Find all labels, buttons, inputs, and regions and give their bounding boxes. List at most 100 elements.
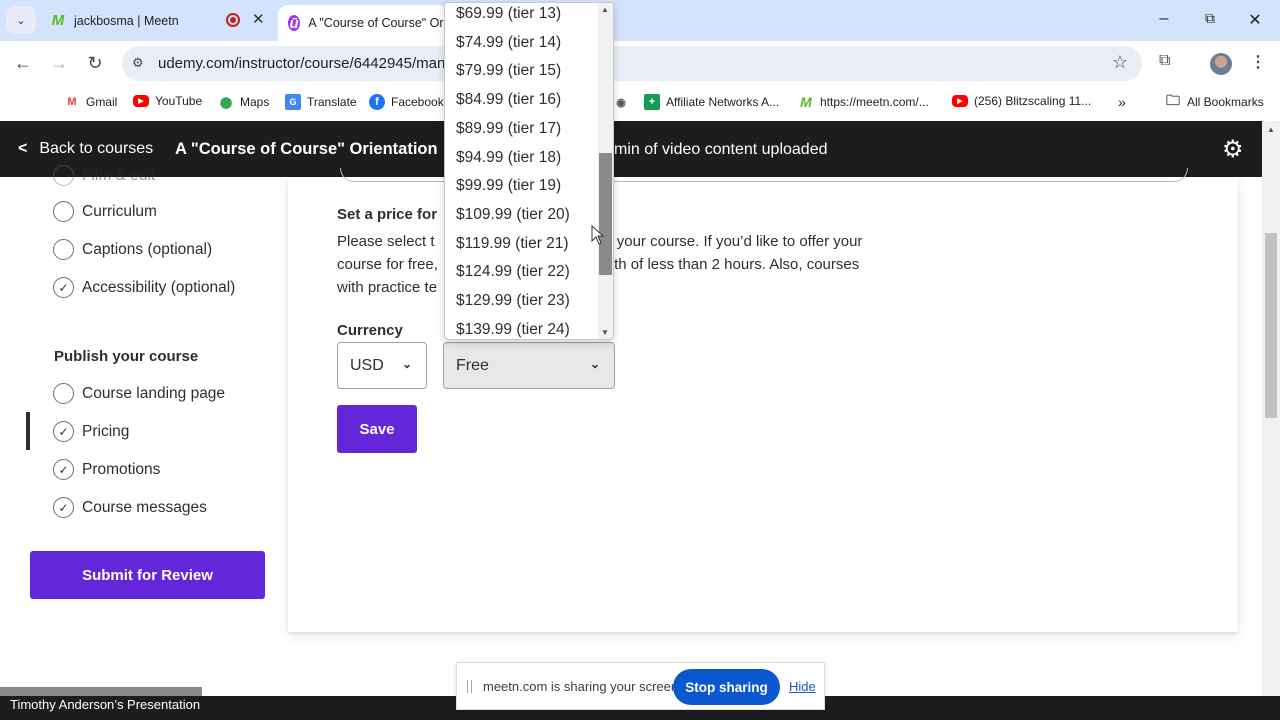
restore-icon[interactable]: ⧉ [1200,10,1220,27]
chevron-left-icon: < [18,140,28,157]
bookmark-star-icon[interactable]: ☆ [1112,52,1128,73]
desc-text: Please select t [337,233,435,250]
desc-text: with practice te [337,279,438,296]
share-message: meetn.com is sharing your screen. [483,679,682,694]
bookmark-affiliate-networks[interactable]: + Affiliate Networks A... [644,94,779,110]
bookmark-globe[interactable]: ◉ [613,94,635,110]
drag-handle-icon[interactable] [467,680,472,693]
chevron-down-icon: ⌄ [16,14,26,27]
bookmark-label: All Bookmarks [1187,95,1264,109]
youtube-icon: ▶ [133,95,149,107]
save-button[interactable]: Save [337,405,417,453]
dropdown-option[interactable]: $109.99 (tier 20) [456,206,570,224]
all-bookmarks-button[interactable]: 🗀 All Bookmarks [1165,92,1264,110]
bookmark-meetn[interactable]: Mhttps://meetn.com/... [798,94,929,110]
browser-toolbar: ← → ↻ ⚙ udemy.com/instructor/course/6442… [0,41,1280,86]
chevron-down-icon: ⌄ [401,357,412,371]
dropdown-scrollbar-thumb[interactable] [599,153,612,275]
bookmark-facebook[interactable]: f Facebook [369,94,444,110]
dropdown-option[interactable]: $99.99 (tier 19) [456,177,561,195]
currency-value: USD [350,356,384,374]
currency-select[interactable]: USD ⌄ [337,342,427,389]
meetn-logo-icon: M [51,12,65,29]
sidebar-item-promotions[interactable]: ✓ Promotions [53,459,160,480]
close-tab-icon[interactable]: ✕ [252,10,265,28]
sidebar-item-label: Accessibility (optional) [82,278,236,296]
bookmark-maps[interactable]: ⬤ Maps [218,94,270,110]
stop-sharing-button[interactable]: Stop sharing [673,669,780,705]
sidebar-item-pricing[interactable]: ✓ Pricing [53,421,129,442]
sidebar-item-label: Course landing page [82,384,226,402]
check-circle-icon: ✓ [53,459,74,480]
back-arrow-icon[interactable]: ← [12,53,34,74]
scroll-up-arrow-icon[interactable]: ▲ [1267,125,1275,134]
bookmark-label: Gmail [86,95,118,109]
dropdown-option[interactable]: $119.99 (tier 21) [456,235,569,253]
mouse-cursor-icon [591,225,605,245]
video-upload-status: min of video content uploaded [614,141,828,158]
submit-for-review-button[interactable]: Submit for Review [30,551,265,599]
bookmark-translate[interactable]: G Translate [285,94,357,110]
address-bar[interactable]: ⚙ udemy.com/instructor/course/6442945/ma… [122,46,1142,81]
tab-udemy-course[interactable]: ū A "Course of Course" Orientation [278,5,448,41]
dropdown-scrollbar[interactable]: ▲ ▼ [598,3,613,339]
gear-icon[interactable]: ⚙ [1222,135,1244,164]
check-circle-icon: ✓ [53,497,74,518]
dropdown-option[interactable]: $124.99 (tier 22) [456,263,570,281]
check-circle-icon: ✓ [53,277,74,298]
scroll-up-arrow-icon[interactable]: ▲ [601,5,609,14]
sidebar-item-course-landing-page[interactable]: Course landing page [53,383,225,404]
dropdown-option[interactable]: $94.99 (tier 18) [456,149,561,167]
course-title: A "Course of Course" Orientation [175,140,438,158]
dropdown-option[interactable]: $89.99 (tier 17) [456,120,561,138]
dropdown-option[interactable]: $79.99 (tier 15) [456,62,561,80]
tab-meetn[interactable]: M jackbosma | Meetn ✕ [40,0,276,41]
forward-arrow-icon[interactable]: → [48,53,70,74]
circle-icon [53,239,74,260]
sidebar-item-captions[interactable]: Captions (optional) [53,239,212,260]
reload-icon[interactable]: ↻ [84,53,106,74]
tab-search-button[interactable]: ⌄ [6,6,36,34]
profile-avatar[interactable] [1210,53,1232,75]
udemy-logo-icon: ū [288,14,301,32]
extensions-icon[interactable]: ⧉ [1159,52,1170,70]
sidebar: Film & edit Curriculum Captions (optiona… [0,165,288,697]
section-heading-publish: Publish your course [54,348,199,365]
hide-banner-link[interactable]: Hide [789,679,816,694]
globe-icon: ◉ [616,96,626,109]
sidebar-item-course-messages[interactable]: ✓ Course messages [53,497,207,518]
sidebar-item-film-edit[interactable]: Film & edit [53,165,155,186]
price-tier-select[interactable]: Free ⌄ [443,342,615,389]
bookmark-label: (256) Blitzscaling 11... [974,94,1092,108]
page-scrollbar-thumb[interactable] [1265,233,1277,418]
sidebar-item-curriculum[interactable]: Curriculum [53,201,157,222]
bookmark-label: Translate [307,95,357,109]
close-window-icon[interactable]: ✕ [1245,10,1265,30]
bookmark-blitzscaling[interactable]: ▶ (256) Blitzscaling 11... [952,94,1091,108]
dropdown-option[interactable]: $74.99 (tier 14) [456,34,561,52]
back-label: Back to courses [39,140,154,157]
bookmark-label: Maps [240,95,270,109]
dropdown-option[interactable]: $69.99 (tier 13) [456,5,561,23]
back-to-courses-link[interactable]: < Back to courses [18,140,153,158]
menu-kebab-icon[interactable]: ⋮ [1250,52,1266,72]
dropdown-option[interactable]: $129.99 (tier 23) [456,292,570,310]
price-value: Free [456,356,489,374]
page-scrollbar[interactable]: ▲ [1262,121,1280,696]
dropdown-option[interactable]: $139.99 (tier 24) [456,321,570,339]
bookmark-youtube[interactable]: ▶ YouTube [133,94,202,108]
bookmarks-overflow-button[interactable]: » [1118,94,1126,110]
scroll-down-arrow-icon[interactable]: ▼ [601,328,609,337]
presentation-label-bg [0,687,202,696]
facebook-icon: f [369,94,385,110]
site-settings-icon[interactable]: ⚙ [132,55,144,71]
circle-icon [53,383,74,404]
circle-icon [53,165,74,186]
dropdown-option[interactable]: $84.99 (tier 16) [456,91,561,109]
meetn-logo-icon: M [800,94,812,110]
bookmark-gmail[interactable]: M Gmail [64,94,117,110]
price-tier-dropdown[interactable]: $69.99 (tier 13) $74.99 (tier 14) $79.99 (… [444,2,614,340]
active-indicator [26,412,30,450]
sidebar-item-accessibility[interactable]: ✓ Accessibility (optional) [53,277,235,298]
minimize-icon[interactable]: – [1154,10,1174,28]
